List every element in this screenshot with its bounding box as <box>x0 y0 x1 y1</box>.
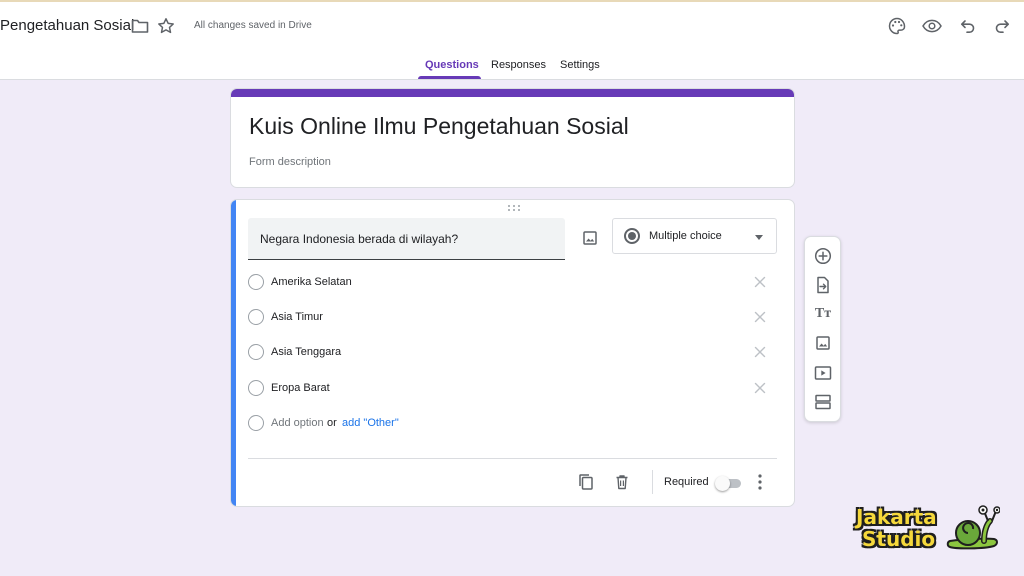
save-status: All changes saved in Drive <box>194 20 312 31</box>
option-label[interactable]: Amerika Selatan <box>271 276 352 288</box>
document-title[interactable]: Pengetahuan Sosial <box>0 17 134 34</box>
snail-mascot-icon <box>946 505 1000 550</box>
tab-responses[interactable]: Responses <box>491 59 546 71</box>
app-header: Pengetahuan Sosial All changes saved in … <box>0 0 1024 80</box>
question-footer-divider <box>248 458 777 459</box>
or-label: or <box>327 417 337 429</box>
theme-accent-bar <box>231 89 794 97</box>
question-type-label: Multiple choice <box>649 230 722 242</box>
more-options-icon[interactable] <box>753 473 767 491</box>
duplicate-icon[interactable] <box>576 472 596 492</box>
active-question-indicator <box>231 200 236 506</box>
option-radio <box>248 344 264 360</box>
folder-icon[interactable] <box>129 15 151 37</box>
remove-option-icon[interactable] <box>753 275 767 289</box>
dropdown-arrow-icon <box>755 235 763 240</box>
option-radio <box>248 415 264 431</box>
question-type-select[interactable]: Multiple choice <box>612 218 777 254</box>
active-tab-indicator <box>418 76 481 79</box>
footer-separator <box>652 470 653 494</box>
tab-questions[interactable]: Questions <box>425 59 479 71</box>
remove-option-icon[interactable] <box>753 345 767 359</box>
preview-icon[interactable] <box>921 15 943 37</box>
floating-toolbar: Tт <box>804 236 841 422</box>
required-toggle[interactable] <box>715 476 741 491</box>
add-image-icon[interactable] <box>579 227 601 249</box>
watermark-line1: Jakarta <box>856 505 937 529</box>
remove-option-icon[interactable] <box>753 381 767 395</box>
form-title[interactable]: Kuis Online Ilmu Pengetahuan Sosial <box>249 113 629 140</box>
question-text: Negara Indonesia berada di wilayah? <box>260 232 459 246</box>
form-title-card[interactable]: Kuis Online Ilmu Pengetahuan Sosial Form… <box>230 88 795 188</box>
radio-button-icon <box>624 228 640 244</box>
option-label[interactable]: Eropa Barat <box>271 382 330 394</box>
option-row: Asia Tenggara <box>248 340 778 364</box>
add-option-row: Add option or add "Other" <box>248 411 778 435</box>
add-section-icon[interactable] <box>813 392 833 412</box>
add-title-icon[interactable]: Tт <box>813 304 833 324</box>
jakarta-studio-watermark: Jakarta Studio <box>852 503 1012 553</box>
option-radio <box>248 309 264 325</box>
question-title-input[interactable]: Negara Indonesia berada di wilayah? <box>248 218 565 260</box>
option-row: Asia Timur <box>248 305 778 329</box>
toggle-thumb <box>715 476 730 491</box>
add-video-icon[interactable] <box>813 363 833 383</box>
form-tabs: Questions Responses Settings <box>0 52 1024 80</box>
tab-settings[interactable]: Settings <box>560 59 600 71</box>
redo-icon[interactable] <box>991 15 1013 37</box>
form-description-field[interactable]: Form description <box>249 156 331 168</box>
delete-icon[interactable] <box>612 472 632 492</box>
add-image-icon[interactable] <box>813 333 833 353</box>
required-label: Required <box>664 476 709 488</box>
question-card[interactable]: Negara Indonesia berada di wilayah? Mult… <box>230 199 795 507</box>
remove-option-icon[interactable] <box>753 310 767 324</box>
watermark-line2: Studio <box>862 527 936 551</box>
option-label[interactable]: Asia Timur <box>271 311 323 323</box>
option-radio <box>248 274 264 290</box>
option-row: Eropa Barat <box>248 376 778 400</box>
star-icon[interactable] <box>155 15 177 37</box>
add-question-icon[interactable] <box>813 246 833 266</box>
palette-icon[interactable] <box>886 15 908 37</box>
option-label[interactable]: Asia Tenggara <box>271 346 341 358</box>
header-top-line <box>0 0 1024 2</box>
import-questions-icon[interactable] <box>813 275 833 295</box>
add-option-input[interactable]: Add option <box>271 417 324 429</box>
drag-handle-icon[interactable] <box>507 204 521 212</box>
undo-icon[interactable] <box>957 15 979 37</box>
option-row: Amerika Selatan <box>248 270 778 294</box>
option-radio <box>248 380 264 396</box>
add-other-link[interactable]: add "Other" <box>342 417 399 429</box>
